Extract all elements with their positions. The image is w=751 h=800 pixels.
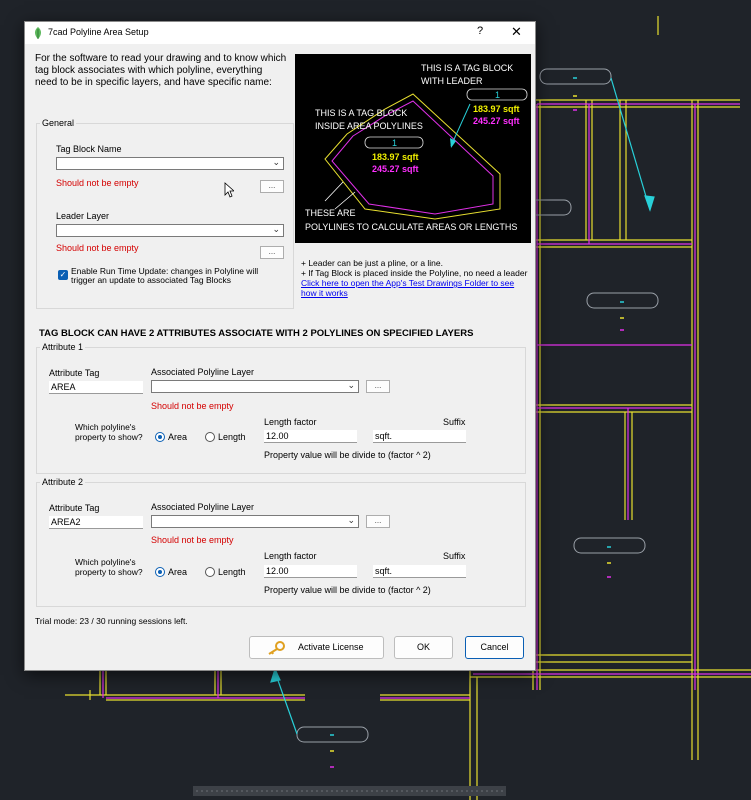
runtime-update-label: Enable Run Time Update: changes in Polyl… — [71, 266, 259, 285]
preview-tag-id-center: 1 — [392, 138, 397, 148]
runtime-update-checkbox[interactable]: ✓ — [58, 270, 68, 280]
attribute-1-property-question: Which polyline's property to show? — [75, 422, 143, 442]
attribute-2-layer-error: Should not be empty — [151, 535, 234, 545]
preview-inside-caption-2: INSIDE AREA POLYLINES — [315, 121, 423, 131]
preview-leader-caption-1: THIS IS A TAG BLOCK — [421, 63, 513, 73]
attribute-2-area-label: Area — [168, 567, 188, 577]
example-drawing-preview: THIS IS A TAG BLOCK WITH LEADER 1 183.97… — [295, 54, 531, 243]
attribute-2-layer-label: Associated Polyline Layer — [151, 502, 255, 512]
tag-block-name-combo[interactable]: ⌄ — [56, 157, 284, 170]
attribute-1-area-label: Area — [168, 432, 188, 442]
note-leader: + Leader can be just a pline, or a line. — [301, 258, 443, 268]
attribute-2-divide-note: Property value will be divide to (factor… — [264, 585, 431, 595]
trial-status: Trial mode: 23 / 30 running sessions lef… — [35, 616, 188, 626]
attribute-2-length-label: Length — [218, 567, 246, 577]
title-bar[interactable]: 7cad Polyline Area Setup ? ✕ — [25, 22, 535, 44]
attribute-1-browse-button[interactable]: ... — [366, 380, 390, 393]
preview-leader-caption-2: WITH LEADER — [421, 76, 483, 86]
open-test-drawings-link[interactable]: Click here to open the App's Test Drawin… — [301, 278, 531, 298]
attribute-1-label: Attribute 1 — [40, 342, 86, 352]
chevron-down-icon: ⌄ — [272, 157, 280, 167]
tag-block-name-error: Should not be empty — [56, 178, 139, 188]
attribute-2-label: Attribute 2 — [40, 477, 86, 487]
app-leaf-icon — [35, 27, 41, 39]
preview-bottom-caption-2: POLYLINES TO CALCULATE AREAS OR LENGTHS — [305, 222, 517, 232]
attribute-2-factor-label: Length factor — [264, 551, 317, 561]
tag-block-name-label: Tag Block Name — [56, 144, 122, 154]
attribute-1-layer-error: Should not be empty — [151, 401, 234, 411]
notes-area: + Leader can be just a pline, or a line.… — [301, 258, 531, 298]
attribute-2-suffix-label: Suffix — [443, 551, 466, 561]
attribute-1-suffix-input[interactable]: sqft. — [373, 430, 466, 443]
attribute-1-length-label: Length — [218, 432, 246, 442]
attribute-1-tag-label: Attribute Tag — [49, 368, 100, 378]
attribute-1-factor-input[interactable]: 12.00 — [264, 430, 357, 443]
chevron-down-icon: ⌄ — [347, 515, 355, 525]
preview-area-center: 183.97 sqft — [372, 152, 419, 162]
attribute-2-tag-label: Attribute Tag — [49, 503, 100, 513]
close-button[interactable]: ✕ — [511, 24, 522, 40]
attribute-2-area-radio[interactable] — [155, 567, 165, 577]
attribute-2-browse-button[interactable]: ... — [366, 515, 390, 528]
preview-length-center: 245.27 sqft — [372, 164, 419, 174]
activate-license-label: Activate License — [298, 642, 364, 652]
ok-button[interactable]: OK — [394, 636, 453, 659]
attribute-1-tag-input[interactable]: AREA — [49, 381, 143, 394]
general-group-label: General — [40, 118, 77, 128]
preview-bottom-caption-1: THESE ARE — [305, 208, 356, 218]
key-icon — [268, 641, 285, 655]
attribute-2-layer-combo[interactable]: ⌄ — [151, 515, 359, 528]
attribute-2-length-radio[interactable] — [205, 567, 215, 577]
attributes-section-title: TAG BLOCK CAN HAVE 2 ATTRIBUTES ASSOCIAT… — [39, 328, 474, 339]
attribute-1-suffix-label: Suffix — [443, 417, 466, 427]
polyline-area-setup-dialog: 7cad Polyline Area Setup ? ✕ For the sof… — [24, 21, 536, 671]
attribute-1-layer-combo[interactable]: ⌄ — [151, 380, 359, 393]
attribute-1-length-radio[interactable] — [205, 432, 215, 442]
tag-block-browse-button[interactable]: ... — [260, 180, 284, 193]
preview-inside-caption-1: THIS IS A TAG BLOCK — [315, 108, 407, 118]
leader-layer-browse-button[interactable]: ... — [260, 246, 284, 259]
note-inside: + If Tag Block is placed inside the Poly… — [301, 268, 528, 278]
intro-text: For the software to read your drawing an… — [35, 53, 287, 88]
activate-license-button[interactable]: Activate License — [249, 636, 384, 659]
window-title: 7cad Polyline Area Setup — [48, 27, 149, 37]
attribute-1-factor-label: Length factor — [264, 417, 317, 427]
attribute-1-layer-label: Associated Polyline Layer — [151, 367, 255, 377]
preview-tag-id-top: 1 — [495, 90, 500, 100]
mouse-cursor-icon — [224, 182, 234, 198]
cancel-button[interactable]: Cancel — [465, 636, 524, 659]
attribute-2-suffix-input[interactable]: sqft. — [373, 565, 466, 578]
chevron-down-icon: ⌄ — [347, 380, 355, 390]
attribute-2-tag-input[interactable]: AREA2 — [49, 516, 143, 529]
preview-length-top: 245.27 sqft — [473, 116, 520, 126]
attribute-2-property-question: Which polyline's property to show? — [75, 557, 143, 577]
attribute-2-factor-input[interactable]: 12.00 — [264, 565, 357, 578]
chevron-down-icon: ⌄ — [272, 224, 280, 234]
leader-layer-combo[interactable]: ⌄ — [56, 224, 284, 237]
preview-area-top: 183.97 sqft — [473, 104, 520, 114]
attribute-1-area-radio[interactable] — [155, 432, 165, 442]
help-button[interactable]: ? — [477, 25, 483, 37]
leader-layer-label: Leader Layer — [56, 211, 110, 221]
attribute-1-divide-note: Property value will be divide to (factor… — [264, 450, 431, 460]
leader-layer-error: Should not be empty — [56, 243, 139, 253]
